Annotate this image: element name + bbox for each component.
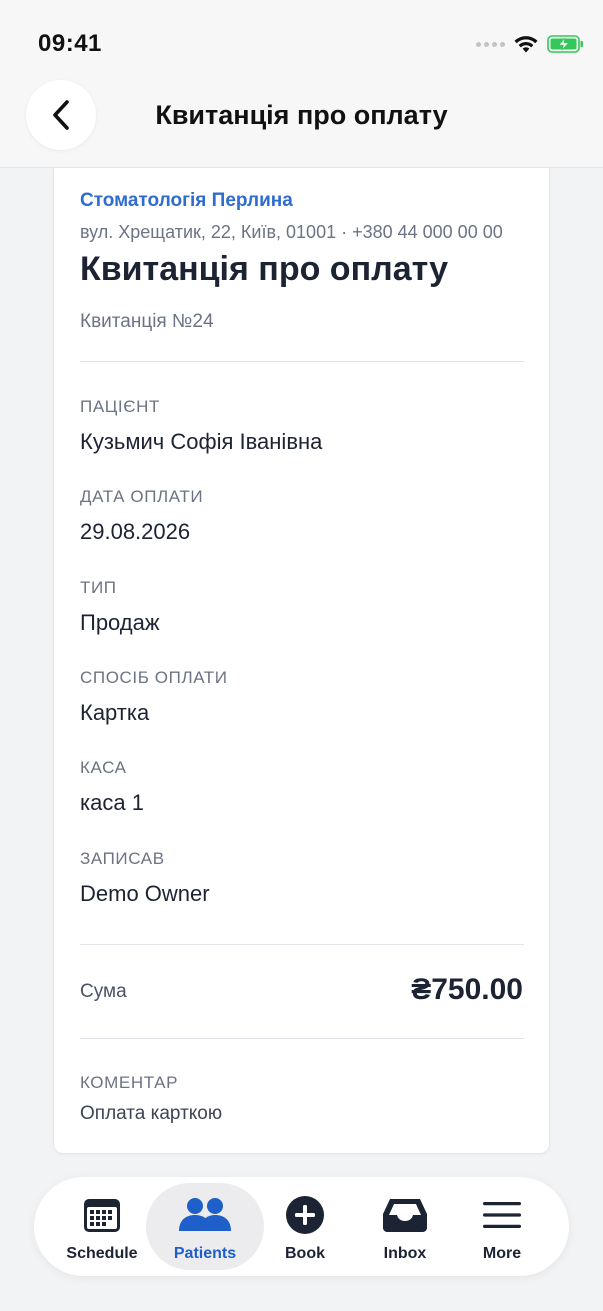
divider: [80, 361, 524, 362]
cash-register-value: каса 1: [80, 790, 144, 815]
clinic-name: Стоматологія Перлина: [80, 190, 293, 211]
header: Квитанція про оплату: [0, 80, 603, 168]
menu-icon: [482, 1195, 522, 1235]
status-bar: 09:41: [0, 0, 603, 80]
status-icons: [476, 32, 585, 56]
people-icon: [178, 1195, 232, 1235]
status-time: 09:41: [38, 30, 102, 57]
type-label: ТИП: [80, 578, 117, 597]
tab-label: Book: [285, 1245, 325, 1262]
tab-inbox[interactable]: Inbox: [370, 1183, 440, 1270]
payment-method-value: Картка: [80, 700, 150, 725]
tab-schedule[interactable]: Schedule: [56, 1183, 148, 1270]
divider: [80, 1038, 524, 1039]
tab-label: More: [482, 1245, 522, 1262]
receipt-title: Квитанція про оплату: [80, 250, 449, 288]
plus-circle-icon: [285, 1195, 325, 1235]
payment-method-label: СПОСІБ ОПЛАТИ: [80, 668, 228, 687]
tab-label: Patients: [173, 1245, 237, 1262]
comment-value: Оплата карткою: [80, 1103, 223, 1124]
sum-label: Сума: [80, 981, 127, 1002]
payment-date-label: ДАТА ОПЛАТИ: [80, 487, 204, 506]
divider: [80, 944, 524, 945]
tab-patients[interactable]: Patients: [146, 1183, 264, 1270]
wifi-icon: [514, 36, 538, 53]
cellular-signal-icon: [476, 41, 505, 47]
battery-charging-icon: [547, 35, 583, 53]
type-value: Продаж: [80, 610, 160, 635]
comment-label: КОМЕНТАР: [80, 1073, 179, 1092]
receipt-number: Квитанція №24: [80, 311, 214, 332]
tab-label: Schedule: [66, 1245, 138, 1262]
calendar-icon: [82, 1195, 122, 1235]
tab-label: Inbox: [383, 1245, 427, 1262]
sum-value: ₴750.00: [411, 973, 523, 1006]
clinic-address: вул. Хрещатик, 22, Київ, 01001 · +380 44…: [80, 222, 503, 242]
cash-register-label: КАСА: [80, 758, 127, 777]
payment-date-value: 29.08.2026: [80, 519, 191, 544]
inbox-icon: [382, 1195, 428, 1235]
tab-more[interactable]: More: [467, 1183, 537, 1270]
patient-value: Кузьмич Софія Іванівна: [80, 429, 323, 454]
receipt-card: Стоматологія Перлина вул. Хрещатик, 22, …: [53, 168, 550, 1154]
patient-label: ПАЦІЄНТ: [80, 397, 160, 416]
page-title: Квитанція про оплату: [155, 100, 448, 130]
recorded-by-label: ЗАПИСАВ: [80, 849, 165, 868]
recorded-by-value: Demo Owner: [80, 881, 210, 906]
bottom-tab-bar: Schedule Patients Book Inbox More: [34, 1177, 569, 1276]
tab-book[interactable]: Book: [270, 1183, 340, 1270]
